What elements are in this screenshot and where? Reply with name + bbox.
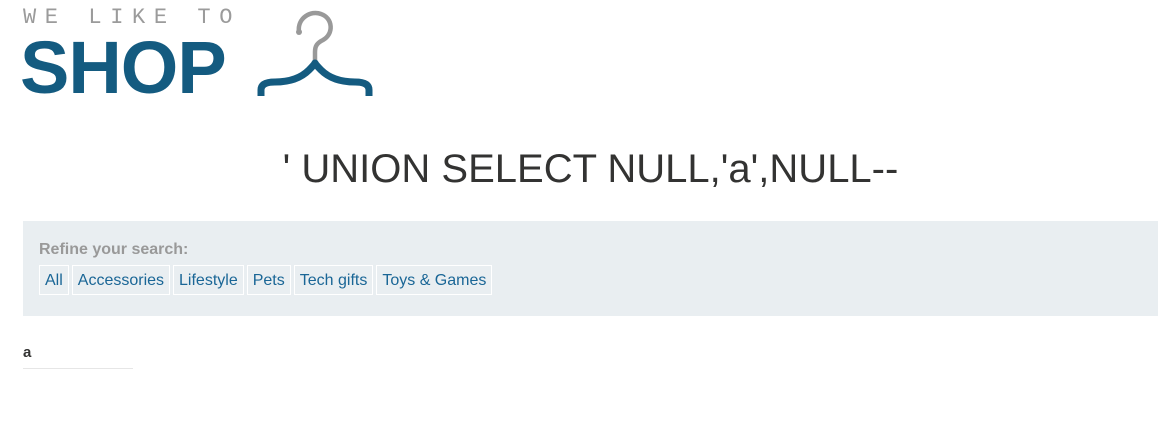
- filter-link-lifestyle[interactable]: Lifestyle: [173, 265, 244, 295]
- search-results-heading: ' UNION SELECT NULL,'a',NULL--: [282, 147, 899, 191]
- filter-link-pets[interactable]: Pets: [246, 265, 291, 295]
- filter-link-toys-games[interactable]: Toys & Games: [376, 265, 493, 295]
- filter-link-all[interactable]: All: [39, 265, 69, 295]
- result-item: a: [23, 343, 133, 369]
- filter-link-tech-gifts[interactable]: Tech gifts: [293, 265, 374, 295]
- page: WE LIKE TO SHOP ' UNION SELECT NULL,'a',…: [0, 0, 1158, 424]
- filter-panel: Refine your search: All Accessories Life…: [23, 221, 1158, 316]
- hanger-icon: [257, 10, 373, 96]
- site-logo[interactable]: WE LIKE TO SHOP: [20, 4, 383, 108]
- result-divider: [23, 368, 133, 369]
- filter-list: All Accessories Lifestyle Pets Tech gift…: [39, 265, 493, 295]
- result-text: a: [23, 344, 32, 361]
- logo-word: SHOP: [20, 26, 227, 109]
- filter-label: Refine your search:: [39, 241, 189, 258]
- filter-link-accessories[interactable]: Accessories: [71, 265, 171, 295]
